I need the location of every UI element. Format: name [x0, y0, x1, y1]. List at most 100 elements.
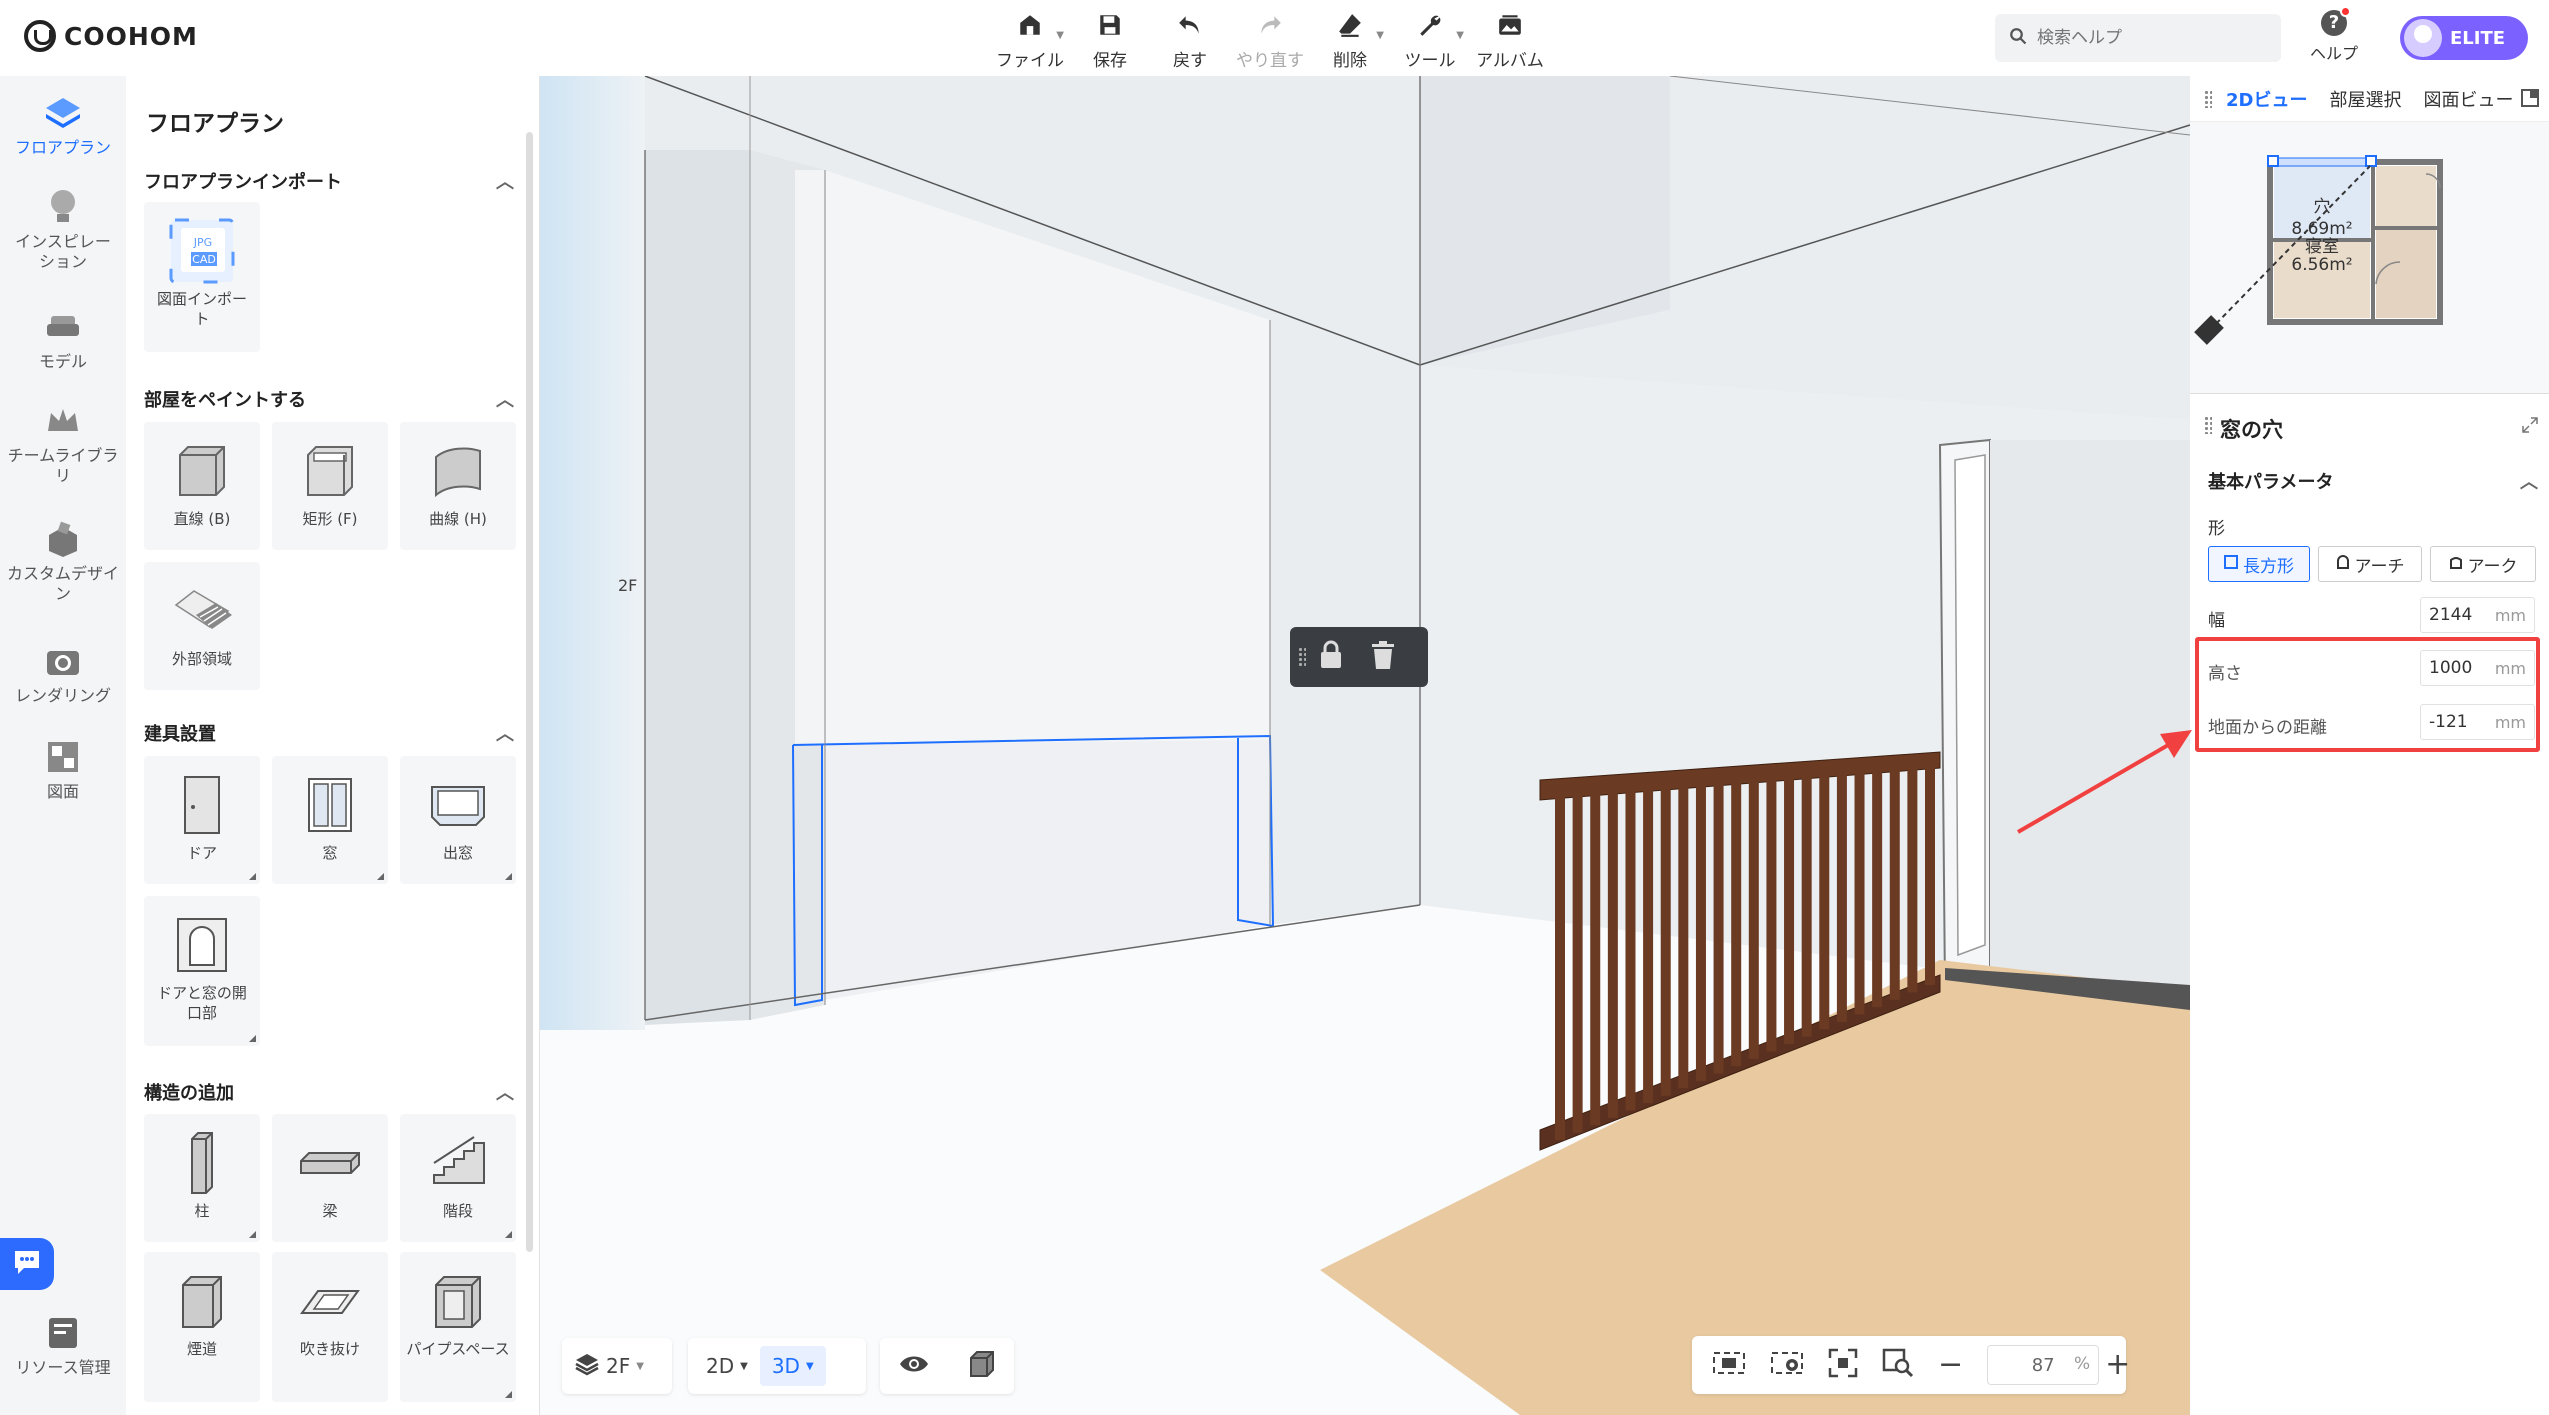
- help-button[interactable]: ? ヘルプ: [2310, 6, 2358, 64]
- section-title: フロアプランインポート: [144, 172, 342, 193]
- railing-baluster: [1836, 772, 1847, 1022]
- account-button[interactable]: ELITE: [2400, 16, 2528, 60]
- minimap[interactable]: 穴 8.69m² 寝室 6.56m²: [2190, 122, 2549, 394]
- properties-title: 窓の穴: [2220, 418, 2283, 442]
- settings-view-icon[interactable]: [1770, 1349, 1804, 1381]
- undo-button[interactable]: 戻す: [1150, 8, 1230, 71]
- nav-label: モデル: [38, 352, 87, 371]
- tab-drawing-view[interactable]: 図面ビュー: [2423, 86, 2513, 112]
- section-header-paint-room[interactable]: 部屋をペイントする ︿: [144, 386, 524, 412]
- tile-line[interactable]: 直線 (B): [144, 422, 260, 550]
- undo-label: 戻す: [1173, 51, 1207, 71]
- chat-button[interactable]: [0, 1238, 54, 1290]
- eye-icon[interactable]: [899, 1354, 929, 1378]
- section-header-fixtures[interactable]: 建具設置 ︿: [144, 720, 524, 746]
- minimap-room-label: 寝室: [2305, 236, 2339, 257]
- tile-stairs[interactable]: 階段: [400, 1114, 516, 1242]
- nav-item-rendering[interactable]: レンダリング: [0, 642, 126, 706]
- tile-bay-window[interactable]: 出窓: [400, 756, 516, 884]
- width-field[interactable]: 2144 mm: [2420, 597, 2535, 633]
- search-input[interactable]: [2037, 28, 2257, 48]
- redo-button[interactable]: やり直す: [1230, 8, 1310, 71]
- tab-2d-view[interactable]: 2Dビュー: [2226, 86, 2307, 112]
- railing-baluster: [1801, 775, 1812, 1037]
- drag-handle[interactable]: [1298, 647, 1306, 667]
- chevron-up-icon[interactable]: ︿: [496, 386, 514, 412]
- tile-column[interactable]: 柱: [144, 1114, 260, 1242]
- tile-outer-area[interactable]: 外部領域: [144, 562, 260, 690]
- view-2d-button[interactable]: 2D ▼: [694, 1354, 760, 1378]
- bay-window-icon: [423, 772, 493, 838]
- drag-handle-icon[interactable]: [2204, 90, 2212, 108]
- shape-label: アーク: [2467, 556, 2518, 577]
- section-header-import[interactable]: フロアプランインポート ︿: [144, 168, 524, 194]
- tile-drawing-import[interactable]: JPG CAD 図面インポート: [144, 202, 260, 352]
- shape-label: アーチ: [2354, 556, 2405, 577]
- album-button[interactable]: アルバム: [1470, 8, 1550, 71]
- drag-handle-icon[interactable]: [2204, 416, 2212, 434]
- nav-item-team-library[interactable]: チームライブラリ: [0, 402, 126, 486]
- chevron-up-icon[interactable]: ︿: [2520, 468, 2538, 494]
- resource-icon: [44, 1314, 82, 1352]
- zoom-unit: %: [2074, 1354, 2091, 1374]
- chevron-up-icon[interactable]: ︿: [496, 1079, 514, 1105]
- section-title: 部屋をペイントする: [144, 390, 306, 411]
- nav-item-model[interactable]: モデル: [0, 308, 126, 372]
- section-header-structure[interactable]: 構造の追加 ︿: [144, 1079, 524, 1105]
- chevron-up-icon[interactable]: ︿: [496, 168, 514, 194]
- nav-item-drawing[interactable]: 図面: [0, 738, 126, 802]
- save-button[interactable]: 保存: [1070, 8, 1150, 71]
- help-search[interactable]: [1995, 14, 2281, 62]
- width-label: 幅: [2208, 611, 2225, 631]
- expand-corner-icon: [249, 873, 256, 880]
- panel-scrollbar[interactable]: [526, 132, 533, 1252]
- tile-void[interactable]: 吹き抜け: [272, 1252, 388, 1402]
- nav-item-custom-design[interactable]: カスタムデザイン: [0, 520, 126, 604]
- nav-item-floorplan[interactable]: フロアプラン: [0, 94, 126, 158]
- tools-button[interactable]: ツール ▼: [1390, 8, 1470, 71]
- tile-curve[interactable]: 曲線 (H): [400, 422, 516, 550]
- zoom-out-icon[interactable]: −: [1938, 1350, 1963, 1380]
- rectangle-icon: [2224, 554, 2238, 574]
- tile-rectangle[interactable]: 矩形 (F): [272, 422, 388, 550]
- box-icon: [167, 438, 237, 504]
- nav-item-inspiration[interactable]: インスピレーション: [0, 188, 126, 272]
- width-value: 2144: [2429, 605, 2473, 625]
- arc-icon: [2449, 554, 2463, 574]
- railing-baluster: [1695, 783, 1706, 1081]
- svg-text:JPG: JPG: [193, 236, 212, 249]
- zoom-search-icon[interactable]: [1882, 1348, 1914, 1382]
- outer-area-icon: [167, 578, 237, 644]
- chevron-up-icon[interactable]: ︿: [496, 720, 514, 746]
- floor-selector[interactable]: 2F ▼: [562, 1338, 672, 1394]
- zoom-in-icon[interactable]: +: [2105, 1350, 2130, 1380]
- minimap-room-area: 8.69m²: [2291, 219, 2352, 239]
- nav-item-resource[interactable]: リソース管理: [0, 1314, 126, 1378]
- popout-icon[interactable]: [2521, 89, 2539, 112]
- trash-icon[interactable]: [1370, 640, 1396, 674]
- tile-opening[interactable]: ドアと窓の開口部: [144, 896, 260, 1046]
- crown-icon: [44, 402, 82, 440]
- view-3d-button[interactable]: 3D ▼: [759, 1346, 826, 1386]
- lock-icon[interactable]: [1318, 640, 1344, 674]
- fit-view-icon[interactable]: [1712, 1349, 1746, 1381]
- tile-flue[interactable]: 煙道: [144, 1252, 260, 1402]
- app-logo[interactable]: COOHOM: [24, 20, 198, 52]
- tile-pipe-space[interactable]: パイプスペース: [400, 1252, 516, 1402]
- shape-arc-button[interactable]: アーク: [2430, 546, 2536, 582]
- tab-room-select[interactable]: 部屋選択: [2329, 86, 2401, 112]
- selection-toolbar: [1290, 627, 1428, 687]
- focus-icon[interactable]: [1828, 1348, 1858, 1382]
- floor-dropdown[interactable]: 2F ▼: [562, 1352, 656, 1381]
- file-button[interactable]: ファイル ▼: [990, 8, 1070, 71]
- expand-icon[interactable]: [2521, 416, 2539, 438]
- tile-door[interactable]: ドア: [144, 756, 260, 884]
- basic-params-header[interactable]: 基本パラメータ ︿: [2208, 468, 2538, 494]
- expand-corner-icon: [249, 1035, 256, 1042]
- cube-icon[interactable]: [967, 1350, 995, 1382]
- shape-rectangle-button[interactable]: 長方形: [2208, 546, 2310, 582]
- tile-beam[interactable]: 梁: [272, 1114, 388, 1242]
- delete-button[interactable]: 削除 ▼: [1310, 8, 1390, 71]
- tile-window[interactable]: 窓: [272, 756, 388, 884]
- shape-arch-button[interactable]: アーチ: [2318, 546, 2422, 582]
